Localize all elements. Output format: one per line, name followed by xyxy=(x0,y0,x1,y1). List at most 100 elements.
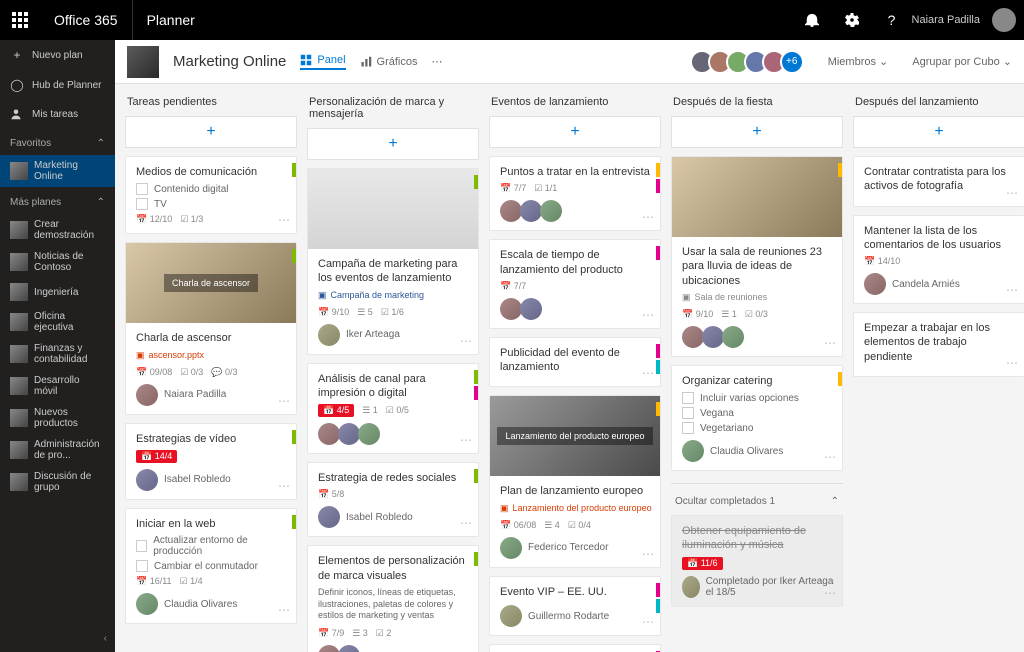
card-more-icon[interactable]: ⋯ xyxy=(824,336,836,350)
favorites-section-header[interactable]: Favoritos⌃ xyxy=(0,128,115,155)
task-title: Estrategias de vídeo xyxy=(136,432,288,446)
card-more-icon[interactable]: ⋯ xyxy=(642,615,654,629)
add-task-button[interactable]: + xyxy=(125,116,297,148)
task-card[interactable]: Contratar contratista para los activos d… xyxy=(853,156,1024,207)
bucket-title[interactable]: Después de la fiesta xyxy=(671,92,843,116)
add-task-button[interactable]: + xyxy=(853,116,1024,148)
assignee-avatar xyxy=(520,298,542,320)
more-plans-section-header[interactable]: Más planes⌃ xyxy=(0,187,115,214)
task-card[interactable]: Charla de ascensorCharla de ascensor▣ as… xyxy=(125,242,297,414)
sidebar-plan[interactable]: Discusión de grupo xyxy=(0,466,115,498)
tab-charts[interactable]: Gráficos xyxy=(360,56,418,68)
user-avatar[interactable] xyxy=(992,8,1016,32)
hide-completed-toggle[interactable]: Ocultar completados 1⌃ xyxy=(671,488,843,515)
task-card[interactable]: Usar la sala de reuniones 23 para lluvia… xyxy=(671,156,843,357)
new-plan-button[interactable]: +Nuevo plan xyxy=(0,40,115,70)
card-more-icon[interactable]: ⋯ xyxy=(278,603,290,617)
add-task-button[interactable]: + xyxy=(489,116,661,148)
checklist-item[interactable]: Contenido digital xyxy=(136,183,288,195)
add-task-button[interactable]: + xyxy=(307,128,479,160)
card-more-icon[interactable]: ⋯ xyxy=(824,450,836,464)
task-card[interactable]: Campaña de marketing para los eventos de… xyxy=(307,168,479,355)
task-card[interactable]: Estrategia de redes sociales📅 5/8Isabel … xyxy=(307,462,479,537)
assignee-avatar xyxy=(358,423,380,445)
assignee-avatar xyxy=(540,200,562,222)
task-card[interactable]: Mantener la lista de los comentarios de … xyxy=(853,215,1024,305)
task-card[interactable]: Fuente de lanzamiento de Twitter📅 31/3Is… xyxy=(489,644,661,652)
card-more-icon[interactable]: ⋯ xyxy=(278,394,290,408)
task-card[interactable]: Escala de tiempo de lanzamiento del prod… xyxy=(489,239,661,329)
suite-brand[interactable]: Office 365 xyxy=(40,0,133,40)
card-more-icon[interactable]: ⋯ xyxy=(278,479,290,493)
card-more-icon[interactable]: ⋯ xyxy=(642,308,654,322)
sidebar-plan[interactable]: Oficina ejecutiva xyxy=(0,306,115,338)
card-more-icon[interactable]: ⋯ xyxy=(642,210,654,224)
members-dropdown[interactable]: Miembros ⌄ xyxy=(828,55,889,68)
task-title: Estrategia de redes sociales xyxy=(318,471,470,485)
task-card[interactable]: Medios de comunicaciónContenido digitalT… xyxy=(125,156,297,234)
card-more-icon[interactable]: ⋯ xyxy=(1006,283,1018,297)
task-card[interactable]: Empezar a trabajar en los elementos de t… xyxy=(853,312,1024,377)
plan-color-tile xyxy=(127,46,159,78)
plan-header-bar: Marketing Online Panel Gráficos ⋯ +6 Mie… xyxy=(115,40,1024,84)
checklist-item[interactable]: Vegana xyxy=(682,407,834,419)
checklist-item[interactable]: Cambiar el conmutador xyxy=(136,560,288,572)
bucket-column: Eventos de lanzamiento+ Puntos a tratar e… xyxy=(489,92,661,644)
bucket-title[interactable]: Personalización de marca y mensajería xyxy=(307,92,479,128)
bucket-title[interactable]: Después del lanzamiento xyxy=(853,92,1024,116)
attachment-link[interactable]: ▣ Lanzamiento del producto europeo xyxy=(500,503,652,514)
sidebar-plan[interactable]: Desarrollo móvil xyxy=(0,370,115,402)
task-card[interactable]: Estrategias de vídeo📅 14/4Isabel Robledo… xyxy=(125,423,297,500)
attachment-link[interactable]: ▣ ascensor.pptx xyxy=(136,350,288,361)
task-card[interactable]: Evento VIP – EE. UU.Guillermo Rodarte⋯ xyxy=(489,576,661,636)
bucket-title[interactable]: Eventos de lanzamiento xyxy=(489,92,661,116)
tab-panel[interactable]: Panel xyxy=(300,54,345,70)
checklist-item[interactable]: TV xyxy=(136,198,288,210)
sidebar-plan[interactable]: Marketing Online xyxy=(0,155,115,187)
card-more-icon[interactable]: ⋯ xyxy=(1006,356,1018,370)
card-more-icon[interactable]: ⋯ xyxy=(824,586,836,600)
help-icon[interactable]: ? xyxy=(872,0,912,40)
my-tasks-link[interactable]: Mis tareas xyxy=(0,100,115,128)
member-overflow[interactable]: +6 xyxy=(780,50,804,74)
task-card[interactable]: Organizar cateringIncluir varias opcione… xyxy=(671,365,843,471)
attachment-link[interactable]: ▣ Campaña de marketing xyxy=(318,290,470,301)
sidebar-plan[interactable]: Crear demostración xyxy=(0,214,115,246)
task-card[interactable]: Lanzamiento del producto europeoPlan de … xyxy=(489,395,661,567)
task-card[interactable]: Puntos a tratar en la entrevista📅 7/7☑ 1… xyxy=(489,156,661,231)
checklist-item[interactable]: Incluir varias opciones xyxy=(682,392,834,404)
card-more-icon[interactable]: ⋯ xyxy=(460,516,472,530)
more-menu-icon[interactable]: ⋯ xyxy=(432,55,443,68)
sidebar-plan[interactable]: Noticias de Contoso xyxy=(0,246,115,278)
task-card[interactable]: Análisis de canal para impresión o digit… xyxy=(307,363,479,455)
checklist-item[interactable]: Actualizar entorno de producción xyxy=(136,535,288,557)
sidebar-plan[interactable]: Administración de pro... xyxy=(0,434,115,466)
sidebar-plan[interactable]: Ingeniería xyxy=(0,278,115,306)
task-card[interactable]: Publicidad del evento de lanzamiento⋯ xyxy=(489,337,661,388)
app-launcher-icon[interactable] xyxy=(0,0,40,40)
add-task-button[interactable]: + xyxy=(671,116,843,148)
card-more-icon[interactable]: ⋯ xyxy=(460,334,472,348)
planner-hub-link[interactable]: ◯Hub de Planner xyxy=(0,70,115,100)
sidebar-plan[interactable]: Nuevos productos xyxy=(0,402,115,434)
card-more-icon[interactable]: ⋯ xyxy=(642,366,654,380)
task-card[interactable]: Obtener equipamiento de iluminación y mú… xyxy=(671,515,843,607)
collapse-sidebar-icon[interactable]: ‹ xyxy=(104,633,107,644)
bucket-title[interactable]: Tareas pendientes xyxy=(125,92,297,116)
assignee-name: Iker Arteaga xyxy=(346,329,400,340)
card-more-icon[interactable]: ⋯ xyxy=(460,433,472,447)
checklist-item[interactable]: Vegetariano xyxy=(682,422,834,434)
card-more-icon[interactable]: ⋯ xyxy=(278,213,290,227)
card-more-icon[interactable]: ⋯ xyxy=(1006,186,1018,200)
notifications-icon[interactable] xyxy=(792,0,832,40)
card-more-icon[interactable]: ⋯ xyxy=(642,547,654,561)
group-by-dropdown[interactable]: Agrupar por Cubo ⌄ xyxy=(912,55,1012,68)
task-card[interactable]: Iniciar en la webActualizar entorno de p… xyxy=(125,508,297,624)
attachment-link[interactable]: ▣ Sala de reuniones xyxy=(682,292,834,303)
task-card[interactable]: Elementos de personalización de marca vi… xyxy=(307,545,479,652)
chevron-up-icon: ⌃ xyxy=(831,496,839,507)
assignee-avatar xyxy=(500,605,522,627)
member-avatars[interactable]: +6 xyxy=(696,50,804,74)
settings-icon[interactable] xyxy=(832,0,872,40)
sidebar-plan[interactable]: Finanzas y contabilidad xyxy=(0,338,115,370)
